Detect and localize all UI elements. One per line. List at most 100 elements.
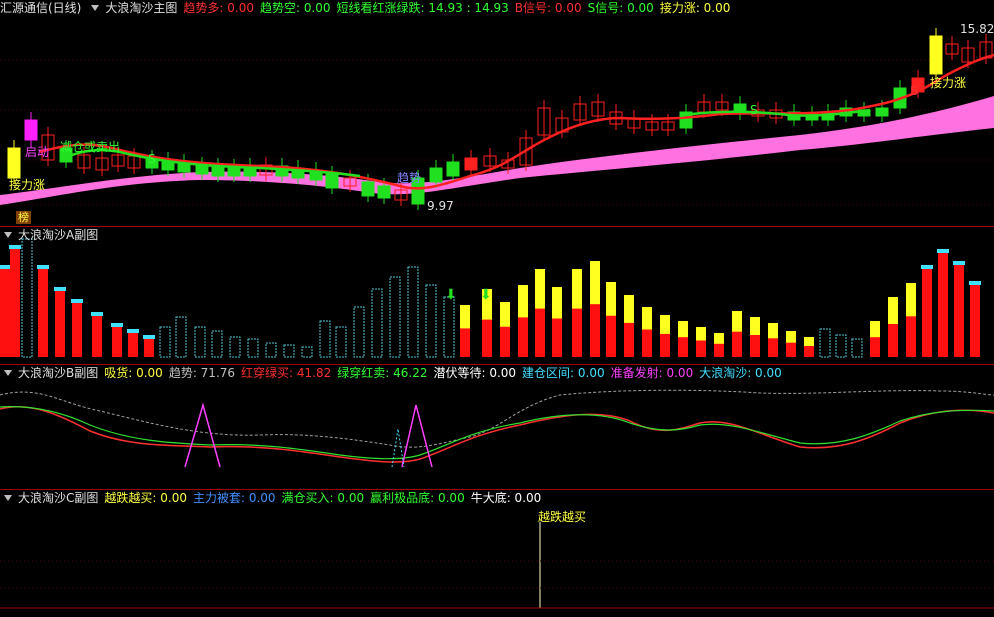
main-chart-panel[interactable]: 汇源通信(日线) 大浪淘沙主图 趋势多: 0.00 趋势空: 0.00 短线看红涨绿跌:… [0, 0, 994, 226]
sub-c-title[interactable]: 大浪淘沙C副图 [18, 491, 98, 505]
volume-bar-outline [194, 326, 206, 358]
volume-bar-outline [835, 334, 847, 358]
candle-body [361, 181, 375, 197]
volume-bar-outline [301, 346, 313, 358]
sub-c-field-4: 牛大底: 0.00 [470, 491, 542, 505]
volume-bar-red [922, 265, 932, 357]
sub-b-field-4: 潜伏等待: 0.00 [433, 366, 517, 380]
candle-body [464, 157, 478, 171]
volume-bar-cap [37, 265, 49, 269]
sub-b-field-6: 准备发射: 0.00 [610, 366, 694, 380]
candle-body [875, 107, 889, 117]
volume-bar-red [0, 265, 10, 357]
volume-bar-cap [127, 329, 139, 333]
volume-bar-red-part [500, 326, 510, 357]
arrow-down-icon: ⬇ [445, 287, 457, 303]
main-field-1: 趋势空: 0.00 [259, 1, 331, 15]
volume-bar-cap [937, 249, 949, 253]
volume-bar-red-part [624, 322, 634, 357]
sub-c-header: 大浪淘沙C副图 越跌越买: 0.00 主力被套: 0.00 满仓买入: 0.00 赢利极… [0, 490, 994, 506]
sub-b-oscillator-chart[interactable] [0, 365, 994, 489]
volume-bar-red-part [460, 328, 470, 357]
volume-bar-red-part [804, 346, 814, 357]
sub-a-title[interactable]: 大浪淘沙A副图 [18, 228, 98, 242]
candle-body [929, 35, 943, 75]
candle-body [7, 147, 21, 179]
candlestick-chart[interactable] [0, 0, 994, 226]
volume-bar-outline [21, 238, 33, 358]
sub-a-volume-chart[interactable]: ⬇ ⬇ [0, 227, 994, 364]
volume-bar-cap [111, 323, 123, 327]
main-indicator-name[interactable]: 大浪淘沙主图 [105, 1, 177, 15]
dropdown-icon[interactable] [4, 495, 12, 501]
volume-bar-red-part [870, 337, 880, 357]
volume-bar-cap [54, 287, 66, 291]
volume-bar-cap [953, 261, 965, 265]
main-field-3: B信号: 0.00 [514, 1, 582, 15]
volume-bar-cap [969, 281, 981, 285]
volume-bar-cap [9, 245, 21, 249]
volume-bar-red [10, 245, 20, 357]
volume-bar-outline [283, 344, 295, 358]
sub-b-field-3: 绿穿红卖: 46.22 [337, 366, 428, 380]
spike-magenta [184, 402, 221, 468]
volume-bar-outline [319, 320, 331, 358]
red-oscillator-line [0, 405, 994, 463]
volume-bar-red-part [642, 329, 652, 357]
volume-bar-outline [159, 326, 171, 358]
label-jiancang: 减仓或卖出 [60, 140, 121, 154]
stock-title: 汇源通信(日线) [0, 1, 82, 15]
label-jieli-left: 接力涨 [9, 178, 46, 192]
volume-bar-red-part [714, 343, 724, 357]
sub-b-field-0: 吸货: 0.00 [104, 366, 163, 380]
volume-bar-red-part [906, 316, 916, 357]
label-bang: 榜 [16, 211, 31, 224]
volume-bar-outline [353, 306, 365, 358]
dropdown-icon[interactable] [91, 5, 100, 11]
label-low-price: 9.97 [427, 199, 454, 213]
volume-bar-red-part [552, 318, 562, 357]
sub-chart-b-panel[interactable]: 大浪淘沙B副图 吸货: 0.00 趋势: 71.76 红穿绿买: 41.82 绿穿红卖:… [0, 365, 994, 489]
main-chart-header: 汇源通信(日线) 大浪淘沙主图 趋势多: 0.00 趋势空: 0.00 短线看红涨绿跌:… [0, 0, 994, 16]
dropdown-icon[interactable] [4, 370, 12, 376]
volume-bar-red-part [606, 315, 616, 357]
sub-chart-c-panel[interactable]: 大浪淘沙C副图 越跌越买: 0.00 主力被套: 0.00 满仓买入: 0.00 赢利极… [0, 490, 994, 617]
sub-chart-a-panel[interactable]: 大浪淘沙A副图 ⬇ ⬇ [0, 227, 994, 364]
volume-bar-red-part [786, 342, 796, 357]
dropdown-icon[interactable] [4, 232, 12, 238]
volume-bar-cap [0, 265, 11, 269]
label-qushi: 趋势 [397, 171, 422, 185]
volume-bar-outline [443, 296, 455, 358]
volume-bar-red-part [518, 317, 528, 357]
volume-bar-outline [819, 328, 831, 358]
volume-bar-red-part [482, 319, 492, 357]
volume-bar-outline [211, 330, 223, 358]
sub-c-signal-chart[interactable] [0, 490, 994, 617]
volume-bar-outline [851, 338, 863, 358]
volume-bar-outline [265, 342, 277, 358]
label-jieli-right: 接力涨 [930, 76, 967, 90]
volume-bar-outline [371, 288, 383, 358]
volume-bar-red [938, 249, 948, 357]
volume-bar-red [72, 299, 82, 357]
volume-bar-red-part [590, 304, 600, 357]
volume-bar-cap [143, 335, 155, 339]
sub-b-field-5: 建仓区间: 0.00 [522, 366, 605, 380]
volume-bar-red-part [572, 308, 582, 357]
volume-bar-outline [247, 338, 259, 358]
sub-b-field-7: 大浪淘沙: 0.00 [699, 366, 782, 380]
volume-bar-red [128, 329, 138, 357]
candle-body [24, 119, 38, 141]
main-field-2: 短线看红涨绿跌: 14.93 : 14.93 [336, 1, 509, 15]
volume-bar-outline [425, 284, 437, 358]
label-b-signal: B [910, 84, 919, 98]
candle-body [446, 161, 460, 177]
sub-b-field-2: 红穿绿买: 41.82 [241, 366, 332, 380]
candle-body [429, 167, 443, 183]
arrow-down-icon: ⬇ [480, 287, 492, 303]
sub-b-title[interactable]: 大浪淘沙B副图 [18, 366, 98, 380]
sub-c-marker-label: 越跌越买 [538, 510, 587, 524]
sub-c-field-3: 赢利极品底: 0.00 [370, 491, 465, 505]
sub-c-field-0: 越跌越买: 0.00 [104, 491, 187, 505]
volume-bar-cap [91, 312, 103, 316]
